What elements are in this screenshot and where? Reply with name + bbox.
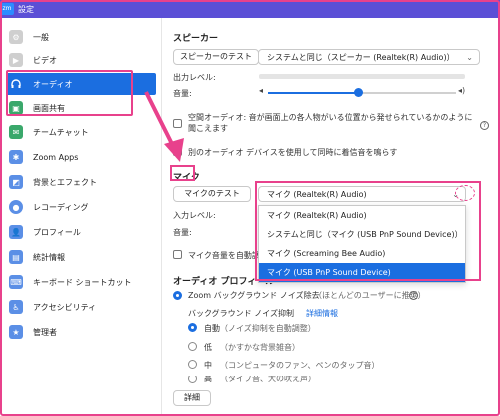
sidebar-item-keyboard-shortcuts[interactable]: ⌨ キーボード ショートカット: [6, 271, 156, 293]
scroll-clip: 高 （タイプ音、犬の吠え声）: [162, 376, 498, 385]
sidebar-item-label: 統計情報: [33, 252, 65, 262]
noise-option-label: 自動: [204, 324, 220, 333]
noise-option-label: 中: [204, 361, 212, 370]
noise-option-radio-medium[interactable]: [188, 360, 197, 369]
speaker-volume-knob[interactable]: [353, 88, 363, 97]
bg-noise-label: バックグラウンド ノイズ抑制: [188, 309, 294, 318]
window-titlebar: zm 設定: [0, 0, 500, 18]
noise-option-radio-auto[interactable]: [188, 323, 197, 332]
sidebar-item-team-chat[interactable]: ✉ チームチャット: [6, 121, 156, 143]
speaker-test-button[interactable]: スピーカーのテスト: [173, 49, 259, 65]
video-icon: ▶: [9, 53, 23, 67]
noise-option-note: （かすかな背景雑音）: [220, 343, 300, 352]
noise-option-radio-high[interactable]: [188, 376, 197, 383]
sidebar-item-label: レコーディング: [33, 202, 89, 212]
help-icon[interactable]: ?: [409, 291, 418, 300]
sidebar-item-label: アクセシビリティ: [33, 302, 97, 312]
mic-test-button[interactable]: マイクのテスト: [173, 186, 251, 202]
sidebar-item-label: プロフィール: [33, 227, 81, 237]
stats-icon: ▤: [9, 250, 23, 264]
noise-option-label: 高: [204, 376, 212, 383]
annotation-arrow-icon: [144, 91, 184, 162]
sidebar: ⚙ 一般 ▶ ビデオ オーディオ ▣ 画面共有 ✉ チームチャット ✱ Zoom…: [2, 18, 162, 414]
details-link[interactable]: 詳細情報: [306, 308, 338, 319]
spatial-audio-text: 空間オーディオ: 音が画面上の各人物がいる位置から発せられているかのように聞こえ…: [188, 113, 473, 133]
sidebar-item-admin[interactable]: ★ 管理者: [6, 321, 156, 343]
output-level-label: 出力レベル:: [173, 73, 216, 82]
gear-icon: ⚙: [9, 30, 23, 44]
speaker-device-value: システムと同じ（スピーカー (Realtek(R) Audio)）: [267, 52, 455, 62]
noise-option-note: （コンピュータのファン、ペンのタップ音）: [220, 361, 380, 370]
record-icon: ●: [9, 200, 23, 214]
sidebar-item-general[interactable]: ⚙ 一般: [6, 26, 156, 48]
annotation-mic-title-box: [170, 165, 195, 181]
sidebar-item-profile[interactable]: 👤 プロフィール: [6, 221, 156, 243]
sidebar-item-accessibility[interactable]: ♿ アクセシビリティ: [6, 296, 156, 318]
advanced-button[interactable]: 詳細: [173, 390, 211, 406]
accessibility-icon: ♿: [9, 300, 23, 314]
background-icon: ◩: [9, 175, 23, 189]
zoom-logo-icon: zm: [0, 3, 14, 15]
zoom-noise-text: Zoom バックグラウンド ノイズ除去: [188, 291, 320, 300]
sidebar-item-stats[interactable]: ▤ 統計情報: [6, 246, 156, 268]
admin-icon: ★: [9, 325, 23, 339]
noise-option-note: （ノイズ抑制を自動調整）: [220, 324, 316, 333]
profile-icon: 👤: [9, 225, 23, 239]
sidebar-item-zoom-apps[interactable]: ✱ Zoom Apps: [6, 146, 156, 168]
help-icon[interactable]: ?: [480, 121, 489, 130]
apps-icon: ✱: [9, 150, 23, 164]
sidebar-item-video[interactable]: ▶ ビデオ: [6, 49, 156, 71]
annotation-highlight-audio: [6, 70, 133, 116]
annotation-dropdown-box: [255, 181, 481, 281]
mic-auto-adjust-text: マイク音量を自動調: [188, 251, 260, 260]
keyboard-icon: ⌨: [9, 275, 23, 289]
sidebar-item-label: ビデオ: [33, 55, 57, 65]
sidebar-item-label: 管理者: [33, 327, 57, 337]
sidebar-item-label: チームチャット: [33, 127, 89, 137]
separate-device-text: 別のオーディオ デバイスを使用して同時に着信音を鳴らす: [188, 148, 398, 157]
speaker-device-select[interactable]: システムと同じ（スピーカー (Realtek(R) Audio)） ⌄: [258, 49, 480, 65]
sidebar-item-label: 背景とエフェクト: [33, 177, 97, 187]
sidebar-item-label: 一般: [33, 32, 49, 42]
annotation-chevron-circle: [455, 185, 475, 201]
volume-high-icon: ◂): [458, 86, 466, 95]
noise-option-radio-low[interactable]: [188, 342, 197, 351]
speaker-section-title: スピーカー: [173, 34, 219, 44]
sidebar-item-background[interactable]: ◩ 背景とエフェクト: [6, 171, 156, 193]
mic-volume-label: 音量:: [173, 228, 192, 237]
input-level-label: 入力レベル:: [173, 211, 216, 220]
sidebar-item-label: キーボード ショートカット: [33, 277, 132, 287]
noise-option-label: 低: [204, 343, 212, 352]
volume-low-icon: ◂: [259, 86, 264, 95]
noise-option-note: （タイプ音、犬の吠え声）: [220, 376, 316, 383]
output-level-meter: [259, 74, 465, 79]
window-title: 設定: [18, 4, 34, 14]
chat-icon: ✉: [9, 125, 23, 139]
sidebar-item-label: Zoom Apps: [33, 152, 79, 162]
sidebar-item-recording[interactable]: ● レコーディング: [6, 196, 156, 218]
chevron-down-icon: ⌄: [466, 52, 473, 62]
speaker-volume-fill: [268, 92, 359, 94]
mic-auto-adjust-checkbox[interactable]: [173, 250, 182, 259]
zoom-noise-radio[interactable]: [173, 291, 182, 300]
